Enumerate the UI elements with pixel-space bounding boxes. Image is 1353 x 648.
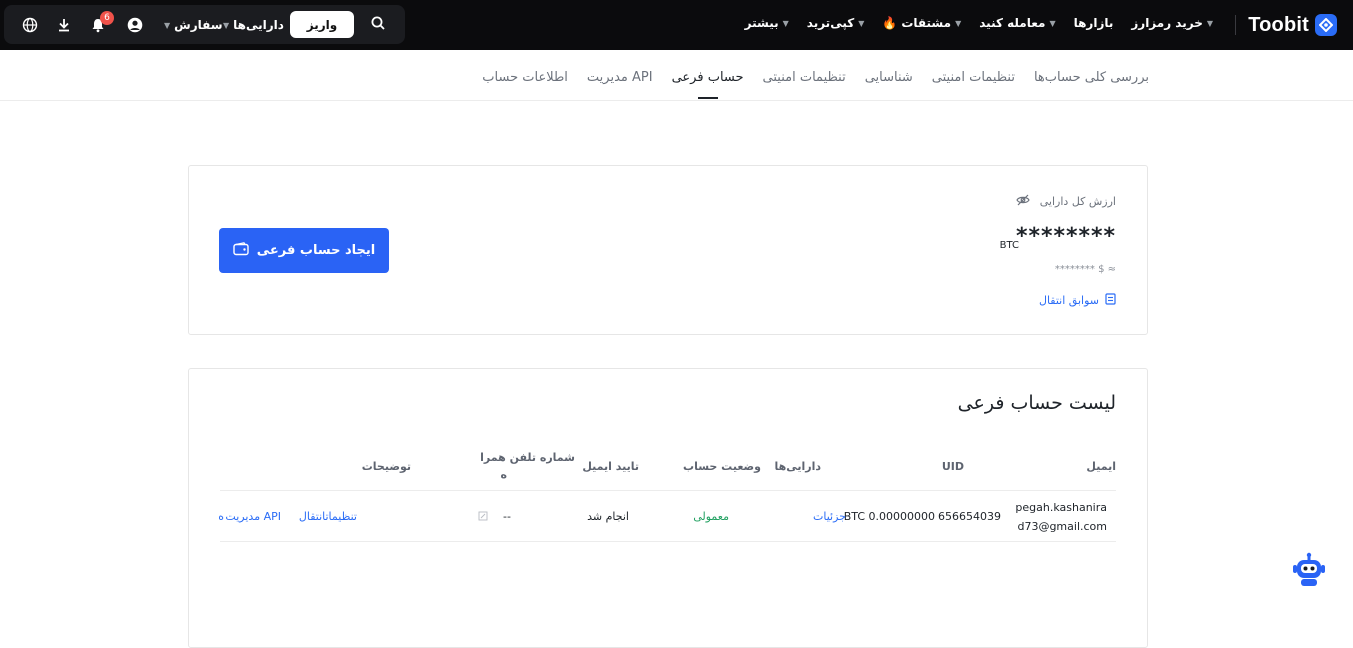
user-toolbar: 6 ▼ سفارش ▼ دارایی‌ها واریز: [4, 5, 405, 44]
asset-summary-card: ارزش کل دارایی ******** BTC ≈ $ ********…: [188, 165, 1148, 335]
tab-api-management[interactable]: مدیریت API: [587, 70, 653, 85]
total-assets-value: ********: [1015, 224, 1116, 249]
brand-name: Toobit: [1248, 13, 1309, 36]
nav-markets[interactable]: بازارها: [1074, 16, 1114, 30]
nav-buy-crypto[interactable]: خرید رمزارز ▼: [1131, 16, 1213, 30]
total-assets-label: ارزش کل دارایی: [1039, 195, 1116, 208]
column-header-phone-wrap: ه: [500, 468, 508, 481]
column-header-email-verify: تایید ایمیل: [582, 460, 639, 473]
user-icon[interactable]: [125, 15, 145, 35]
total-assets-label-row: ارزش کل دارایی: [1016, 194, 1116, 209]
main-menu: خرید رمزارز ▼ بازارها معامله کنید ▼ 🔥 مشتق…: [727, 16, 1213, 30]
row-uid: 656654039: [938, 510, 1001, 523]
table-header-divider: [220, 490, 1116, 491]
tab-account-info[interactable]: اطلاعات حساب: [482, 70, 568, 85]
row-assets-value: BTC 0.00000000: [843, 510, 935, 523]
column-header-assets: دارایی‌ها: [774, 460, 821, 473]
sub-account-list-title: لیست حساب فرعی: [957, 392, 1116, 414]
row-assets-details-link[interactable]: جزئیات: [813, 510, 846, 523]
row-email-line2: d73@gmail.com: [1017, 520, 1107, 533]
total-assets-usd: ≈ $ ********: [1054, 264, 1116, 275]
nav-trade[interactable]: معامله کنید ▼: [979, 16, 1055, 30]
edit-icon[interactable]: [478, 511, 488, 524]
column-header-status: وضعیت حساب: [683, 460, 761, 473]
nav-buy-crypto-label: خرید رمزارز: [1131, 16, 1203, 30]
fire-icon: 🔥: [882, 16, 898, 30]
hide-balance-icon[interactable]: [1016, 194, 1030, 209]
search-icon[interactable]: [370, 15, 386, 35]
create-sub-account-label: ایجاد حساب فرعی: [256, 243, 376, 258]
orders-menu[interactable]: ▼ سفارش: [164, 18, 223, 32]
nav-derivatives-label: مشتقات: [901, 16, 952, 30]
nav-more-label: بیشتر: [744, 16, 779, 30]
assets-menu-label: دارایی‌ها: [233, 18, 284, 32]
deposit-button[interactable]: واریز: [290, 11, 354, 38]
notification-badge: 6: [100, 11, 114, 25]
row-transfer-settings-link[interactable]: تنظیماتانتقال: [299, 510, 357, 523]
chevron-down-icon: ▼: [1049, 18, 1056, 28]
assets-menu[interactable]: ▼ دارایی‌ها: [223, 18, 284, 32]
document-icon: [1105, 293, 1116, 308]
tab-identification[interactable]: شناسایی: [865, 70, 913, 85]
globe-icon[interactable]: [20, 15, 40, 35]
column-header-phone: شماره تلفن همرا: [480, 451, 575, 464]
tab-accounts-overview[interactable]: بررسی کلی حساب‌ها: [1034, 70, 1149, 85]
download-icon[interactable]: [54, 15, 74, 35]
chevron-down-icon: ▼: [164, 20, 171, 30]
chevron-down-icon: ▼: [858, 18, 865, 28]
total-assets-unit: BTC: [999, 240, 1019, 251]
column-header-notes: توضیحات: [361, 460, 411, 473]
row-api-management-link[interactable]: مدیریت API: [225, 510, 281, 523]
chevron-down-icon: ▼: [955, 18, 962, 28]
support-bot-icon[interactable]: [1291, 552, 1327, 590]
brand-logo[interactable]: Toobit: [1248, 12, 1337, 38]
table-row-divider: [220, 541, 1116, 542]
nav-divider: [1235, 15, 1236, 35]
nav-derivatives[interactable]: 🔥 مشتقات ▼: [882, 16, 961, 30]
row-status: معمولی: [693, 510, 729, 523]
tab-security-settings-2[interactable]: تنظیمات امنیتی: [763, 70, 846, 85]
row-phone: --: [503, 510, 511, 523]
orders-menu-label: سفارش: [174, 18, 223, 32]
create-sub-account-button[interactable]: ایجاد حساب فرعی: [219, 228, 389, 273]
chevron-down-icon: ▼: [782, 18, 789, 28]
chevron-down-icon: ▼: [223, 20, 230, 30]
nav-more[interactable]: بیشتر ▼: [745, 16, 789, 30]
wallet-icon: [233, 241, 249, 260]
nav-copy-trade[interactable]: کپی‌ترید ▼: [807, 16, 865, 30]
nav-trade-label: معامله کنید: [979, 16, 1046, 30]
nav-markets-label: بازارها: [1073, 16, 1114, 30]
nav-copy-trade-label: کپی‌ترید: [806, 16, 855, 30]
tab-sub-account[interactable]: حساب فرعی: [672, 70, 744, 85]
account-tabs: بررسی کلی حساب‌ها تنظیمات امنیتی شناسایی…: [463, 70, 1149, 85]
column-header-uid: UID: [941, 460, 964, 473]
row-email-line1: pegah.kashanira: [1015, 501, 1107, 514]
column-header-email: ایمیل: [1086, 460, 1116, 473]
account-subnav: بررسی کلی حساب‌ها تنظیمات امنیتی شناسایی…: [0, 50, 1353, 101]
row-more-link[interactable]: ه: [218, 510, 224, 523]
top-navigation-bar: Toobit خرید رمزارز ▼ بازارها معامله کنید ▼…: [0, 0, 1353, 50]
sub-account-list-card: لیست حساب فرعی ایمیل UID دارایی‌ها وضعیت…: [188, 368, 1148, 648]
tab-security-settings[interactable]: تنظیمات امنیتی: [932, 70, 1015, 85]
transfer-history-link[interactable]: سوابق انتقال: [1039, 293, 1116, 308]
transfer-history-label: سوابق انتقال: [1038, 294, 1099, 307]
chevron-down-icon: ▼: [1206, 18, 1213, 28]
brand-logo-icon: [1315, 14, 1337, 36]
row-email-verify: انجام شد: [587, 510, 629, 523]
